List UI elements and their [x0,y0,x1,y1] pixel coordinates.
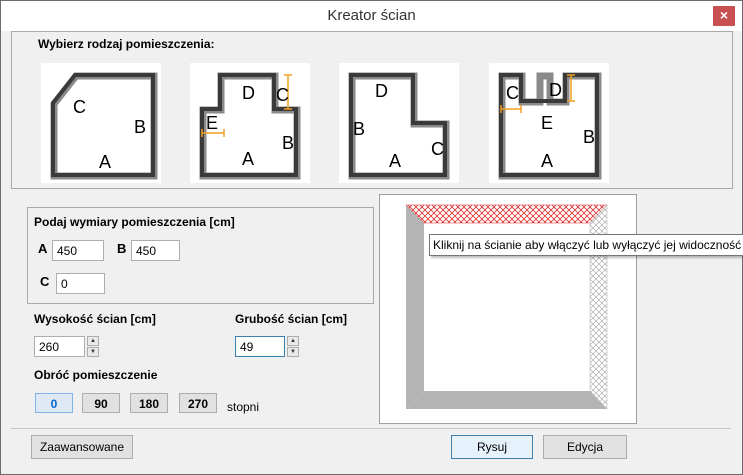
footer-separator [11,428,731,429]
room-4-label-d: D [549,80,562,100]
room-1-label-c: C [73,97,86,117]
room-3-label-b: B [353,119,365,139]
window-title: Kreator ścian [327,7,416,24]
room-3-label-d: D [375,81,388,101]
wall-height-down-icon[interactable]: ▼ [87,347,99,357]
room-option-3[interactable]: A B C D [339,63,459,183]
room-4-label-a: A [541,151,553,171]
rotate-270-button[interactable]: 270 [179,393,217,413]
room-type-label: Wybierz rodzaj pomieszczenia: [38,37,215,51]
room-1-diagram: A B C [50,72,158,180]
rotation-label: Obróć pomieszczenie [34,368,158,382]
room-2-label-b: B [282,133,294,153]
rotate-180-button[interactable]: 180 [130,393,168,413]
close-icon: × [719,7,729,23]
room-1-label-a: A [99,152,111,172]
wall-thickness-down-icon[interactable]: ▼ [287,347,299,357]
wall-thickness-stepper[interactable]: ▲ ▼ [287,336,299,357]
room-preview[interactable] [379,194,637,424]
room-1-label-b: B [134,117,146,137]
title-bar: Kreator ścian × [1,1,742,31]
preview-tooltip: Kliknij na ścianie aby włączyć lub wyłąc… [429,234,743,256]
draw-button[interactable]: Rysuj [451,435,533,459]
room-2-label-c: C [276,85,289,105]
room-4-label-b: B [583,127,595,147]
room-4-label-c: C [506,83,519,103]
room-4-label-e: E [541,113,553,133]
dimension-a-input[interactable]: 450 [52,240,104,261]
dimension-c-input[interactable]: 0 [56,273,105,294]
wall-height-label: Wysokość ścian [cm] [34,312,156,326]
room-3-label-c: C [431,139,444,159]
room-3-label-a: A [389,151,401,171]
top-wall[interactable] [405,204,608,224]
wall-height-input[interactable]: 260 [34,336,85,357]
wall-thickness-label: Grubość ścian [cm] [235,312,348,326]
room-3-diagram: A B C D [348,72,450,180]
rotation-unit: stopni [227,400,260,414]
room-option-4[interactable]: A B C D E [489,63,609,183]
room-4-diagram: A B C D E [498,72,602,180]
bottom-wall[interactable] [406,391,607,409]
rotate-90-button[interactable]: 90 [82,393,120,413]
room-option-2[interactable]: A B C D E [190,63,310,183]
edit-button[interactable]: Edycja [543,435,627,459]
wall-height-up-icon[interactable]: ▲ [87,336,99,346]
room-2-label-d: D [242,83,255,103]
advanced-button[interactable]: Zaawansowane [31,435,133,459]
wall-thickness-input[interactable]: 49 [235,336,285,357]
wall-height-stepper[interactable]: ▲ ▼ [87,336,99,357]
dimension-b-label: B [117,241,127,256]
room-2-diagram: A B C D E [199,72,301,180]
room-option-1[interactable]: A B C [41,63,161,183]
room-2-label-e: E [206,113,218,133]
rotate-0-button[interactable]: 0 [35,393,73,413]
wall-thickness-up-icon[interactable]: ▲ [287,336,299,346]
close-button[interactable]: × [713,6,735,26]
dimension-a-label: A [38,241,48,256]
wall-wizard-window: Kreator ścian × Wybierz rodzaj pomieszcz… [0,0,743,475]
dimensions-label: Podaj wymiary pomieszczenia [cm] [34,215,235,229]
dimension-c-label: C [40,274,50,289]
dimension-b-input[interactable]: 450 [131,240,180,261]
room-preview-drawing [405,204,608,410]
room-2-label-a: A [242,149,254,169]
left-wall[interactable] [406,205,424,409]
